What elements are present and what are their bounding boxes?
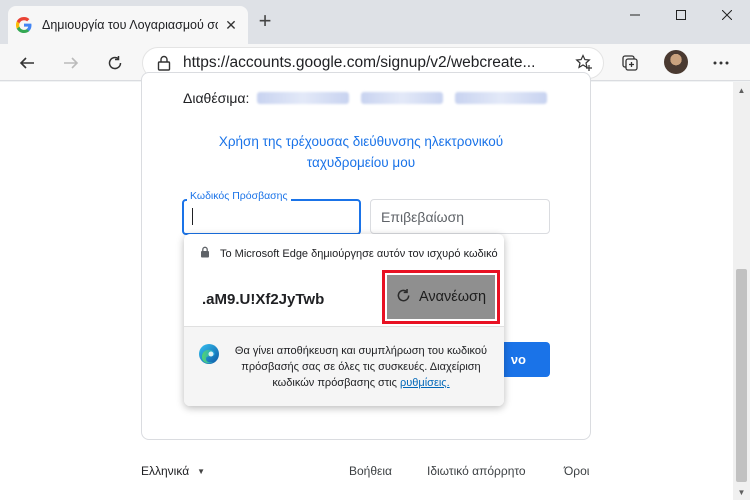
- close-window-button[interactable]: [704, 0, 750, 30]
- password-input[interactable]: [182, 199, 361, 235]
- web-page: Διαθέσιμα: Χρήση της τρέχουσας διεύθυνση…: [0, 72, 733, 500]
- tab-title: Δημιουργία του Λογαριασμού σας: [42, 18, 218, 32]
- url-text[interactable]: https://accounts.google.com/signup/v2/we…: [183, 54, 575, 72]
- popup-footer-text: Θα γίνει αποθήκευση και συμπλήρωση του κ…: [228, 343, 494, 391]
- new-tab-button[interactable]: +: [255, 10, 275, 32]
- password-label: Κωδικός Πρόσβασης: [187, 190, 291, 202]
- forward-button[interactable]: [56, 48, 86, 78]
- forward-arrow-icon: [64, 57, 79, 69]
- add-favorite-icon[interactable]: [575, 54, 593, 72]
- username-suggestion-2[interactable]: [361, 92, 444, 104]
- back-button[interactable]: [12, 48, 42, 78]
- available-usernames: Διαθέσιμα:: [183, 90, 548, 106]
- confirm-placeholder: Επιβεβαίωση: [381, 208, 465, 225]
- username-suggestion-1[interactable]: [257, 92, 350, 104]
- confirm-password-input[interactable]: Επιβεβαίωση: [370, 199, 550, 234]
- scrollbar-thumb[interactable]: [736, 269, 747, 482]
- refresh-icon: [396, 288, 411, 307]
- maximize-button[interactable]: [658, 0, 704, 30]
- password-suggestion-popup: Το Microsoft Edge δημιούργησε αυτόν τον …: [184, 234, 504, 406]
- profile-avatar[interactable]: [664, 50, 688, 74]
- privacy-link[interactable]: Ιδιωτικό απόρρητο: [427, 464, 526, 478]
- popup-header: Το Microsoft Edge δημιούργησε αυτόν τον …: [200, 246, 500, 261]
- minimize-icon: [630, 14, 640, 16]
- reload-button[interactable]: [100, 48, 130, 78]
- username-suggestion-3[interactable]: [455, 92, 548, 104]
- refresh-button[interactable]: Ανανέωση: [382, 270, 500, 324]
- help-link[interactable]: Βοήθεια: [349, 464, 392, 478]
- scroll-down-arrow-icon[interactable]: ▼: [733, 484, 750, 500]
- scroll-up-arrow-icon[interactable]: ▲: [733, 82, 750, 98]
- title-bar: Δημιουργία του Λογαριασμού σας ✕ +: [0, 0, 750, 44]
- google-favicon-icon: [16, 17, 32, 33]
- available-label: Διαθέσιμα:: [183, 90, 250, 106]
- popup-footer: Θα γίνει αποθήκευση και συμπλήρωση του κ…: [184, 326, 504, 406]
- text-cursor: [192, 208, 193, 225]
- close-icon: [722, 10, 732, 20]
- lock-icon: [200, 246, 210, 261]
- tab-close-icon[interactable]: ✕: [222, 17, 240, 34]
- refresh-label: Ανανέωση: [418, 289, 487, 305]
- terms-link[interactable]: Όροι: [564, 464, 589, 478]
- refresh-button-inner[interactable]: Ανανέωση: [387, 275, 495, 319]
- suggested-password[interactable]: .aM9.U!Xf2JyTwb: [202, 291, 324, 308]
- back-arrow-icon: [19, 57, 34, 69]
- settings-link[interactable]: ρυθμίσεις.: [400, 377, 450, 389]
- lock-icon: [157, 55, 171, 71]
- collections-button[interactable]: [615, 48, 645, 78]
- language-selector[interactable]: Ελληνικά ▼: [141, 464, 205, 478]
- language-label: Ελληνικά: [141, 464, 190, 478]
- more-options-icon: [713, 61, 729, 65]
- browser-tab[interactable]: Δημιουργία του Λογαριασμού σας ✕: [8, 6, 248, 44]
- next-button-label: νο: [510, 352, 526, 367]
- reload-icon: [108, 56, 122, 70]
- collections-icon: [622, 55, 638, 71]
- settings-menu-button[interactable]: [706, 48, 736, 78]
- maximize-icon: [676, 10, 686, 20]
- edge-logo-icon: [199, 344, 219, 364]
- popup-header-text: Το Microsoft Edge δημιούργησε αυτόν τον …: [220, 247, 498, 260]
- vertical-scrollbar[interactable]: ▲ ▼: [733, 82, 750, 500]
- use-current-email-link[interactable]: Χρήση της τρέχουσας διεύθυνσης ηλεκτρονι…: [183, 131, 539, 173]
- minimize-button[interactable]: [612, 0, 658, 30]
- dropdown-arrow-icon: ▼: [197, 466, 206, 476]
